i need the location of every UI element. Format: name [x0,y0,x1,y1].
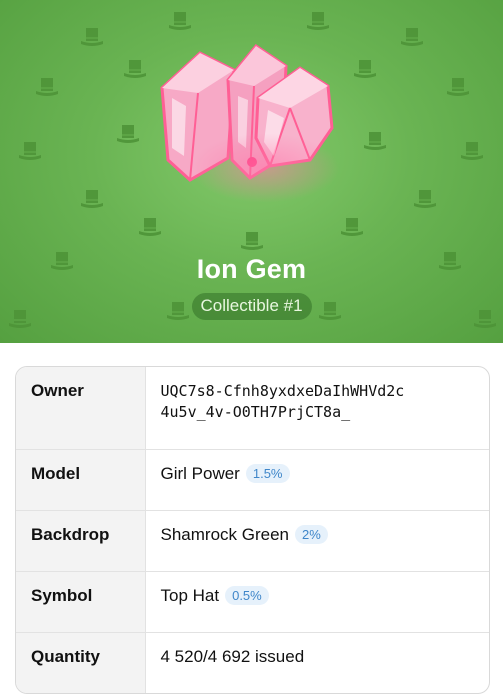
top-hat-icon [36,78,58,96]
backdrop-rarity-badge: 2% [295,525,328,544]
top-hat-icon [81,190,103,208]
symbol-rarity-badge: 0.5% [225,586,269,605]
backdrop-value: Shamrock Green [160,525,290,544]
symbol-row: Symbol Top Hat 0.5% [16,571,489,633]
top-hat-icon [167,302,189,320]
quantity-value: 4 520/4 692 issued [160,647,305,666]
symbol-label: Symbol [16,571,146,633]
model-label: Model [16,449,146,511]
top-hat-icon [461,142,483,160]
backdrop-row: Backdrop Shamrock Green 2% [16,510,489,572]
top-hat-icon [307,12,329,30]
top-hat-icon [364,132,386,150]
top-hat-icon [447,78,469,96]
owner-address-line2: 4u5v_4v-O0TH7PrjCT8a_ [160,403,351,421]
owner-row: Owner UQC7s8-Cfnh8yxdxeDaIhWHVd2c 4u5v_4… [16,367,489,450]
pink-crystal-gem-icon [150,38,350,203]
top-hat-icon [341,218,363,236]
top-hat-icon [139,218,161,236]
top-hat-icon [169,12,191,30]
model-value: Girl Power [160,464,240,483]
top-hat-icon [9,310,31,328]
top-hat-icon [474,310,496,328]
gift-hero-backdrop: Ion Gem Collectible #1 [0,0,503,343]
quantity-label: Quantity [16,632,146,693]
gift-details-table: Owner UQC7s8-Cfnh8yxdxeDaIhWHVd2c 4u5v_4… [15,366,490,694]
symbol-value: Top Hat [160,586,220,605]
top-hat-icon [19,142,41,160]
top-hat-icon [124,60,146,78]
top-hat-icon [401,28,423,46]
backdrop-label: Backdrop [16,510,146,572]
owner-label: Owner [16,367,146,450]
top-hat-icon [117,125,139,143]
model-row: Model Girl Power 1.5% [16,449,489,511]
model-rarity-badge: 1.5% [245,464,290,483]
owner-address-line1: UQC7s8-Cfnh8yxdxeDaIhWHVd2c [160,382,405,400]
owner-address[interactable]: UQC7s8-Cfnh8yxdxeDaIhWHVd2c 4u5v_4v-O0TH… [145,367,489,450]
top-hat-icon [81,28,103,46]
top-hat-icon [319,302,341,320]
top-hat-icon [354,60,376,78]
quantity-row: Quantity 4 520/4 692 issued [16,632,489,693]
gift-title: Ion Gem [196,254,307,284]
top-hat-icon [241,232,263,250]
top-hat-icon [414,190,436,208]
collectible-number-badge: Collectible #1 [191,293,312,320]
